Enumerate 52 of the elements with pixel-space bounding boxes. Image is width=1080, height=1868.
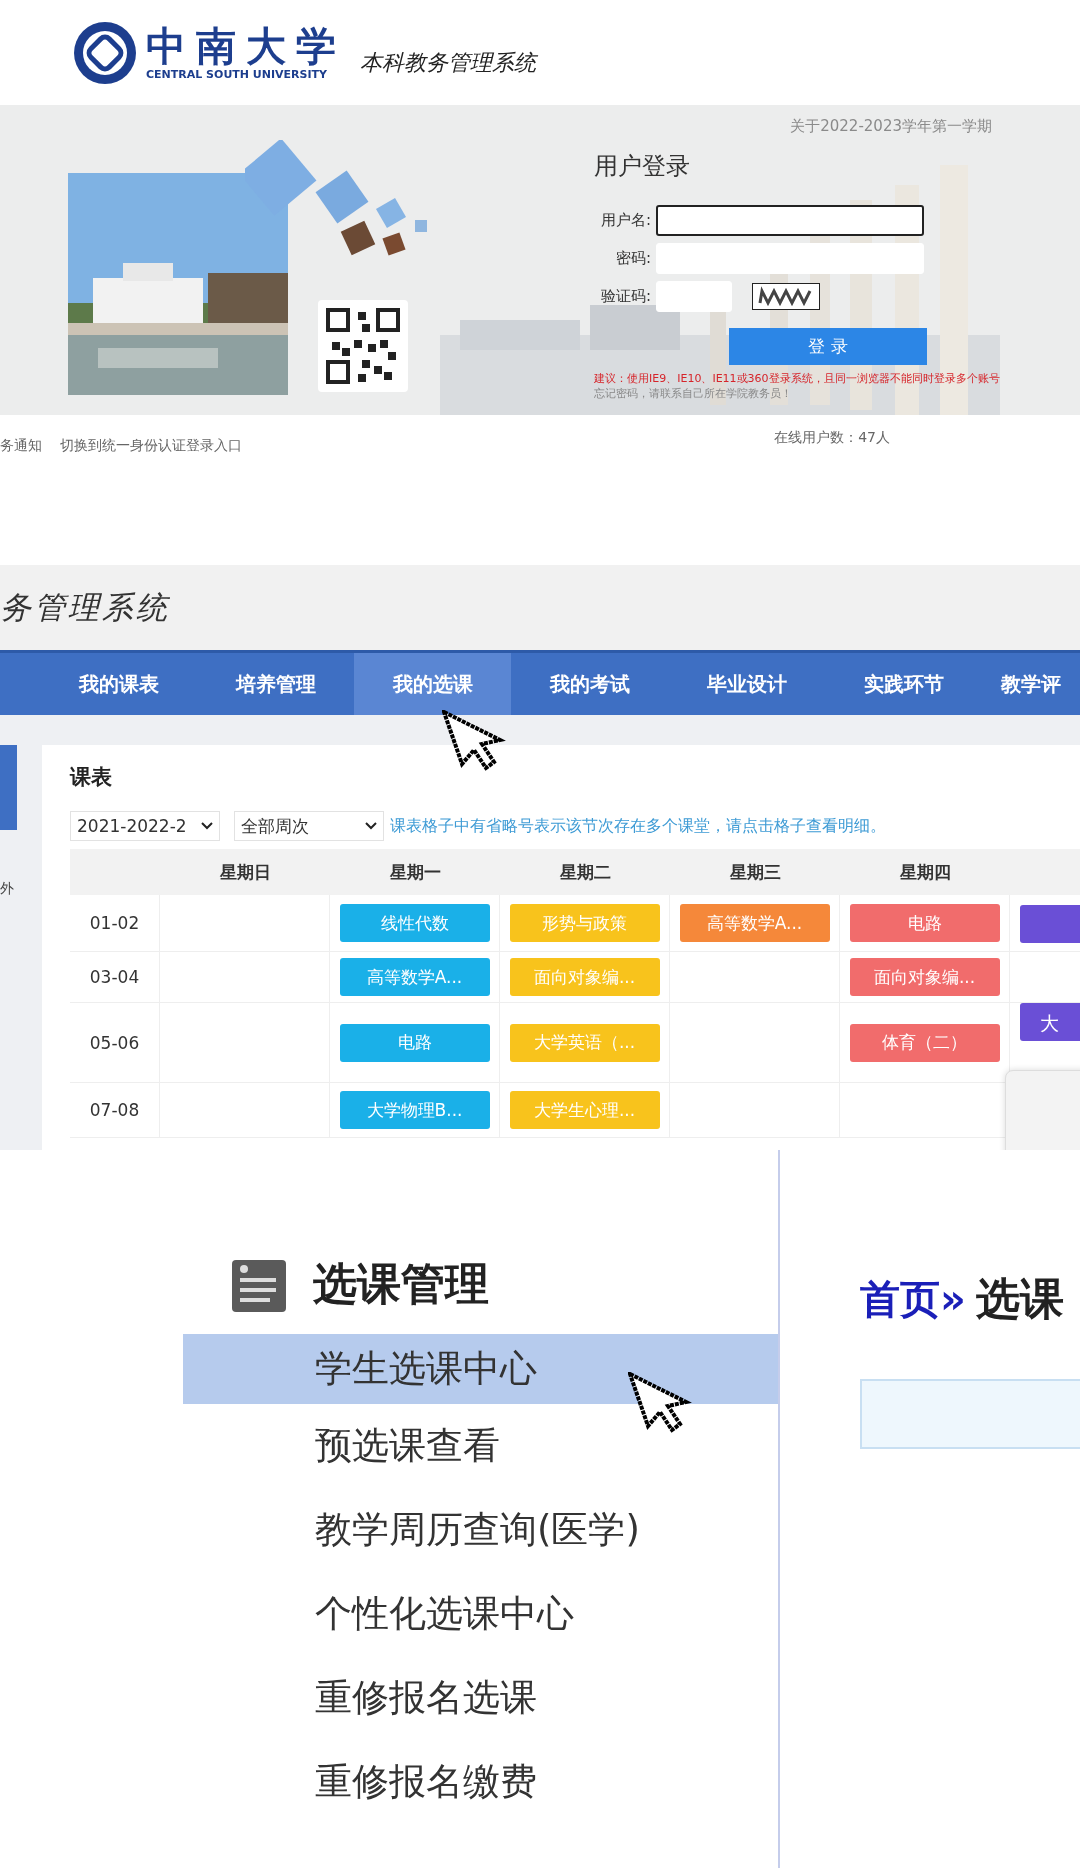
menu-item[interactable]: 个性化选课中心 <box>183 1572 778 1656</box>
chevron-down-icon <box>365 822 377 830</box>
nav-tab[interactable]: 我的选课 <box>354 653 511 715</box>
course-block[interactable]: 大 <box>1020 1003 1080 1041</box>
menu-item[interactable]: 预选课查看 <box>183 1404 778 1488</box>
course-block[interactable]: 高等数学A... <box>339 958 490 996</box>
term-select[interactable]: 2021-2022-2 <box>70 811 220 841</box>
course-block[interactable] <box>1020 905 1080 943</box>
nav-tab[interactable]: 我的课表 <box>40 653 197 715</box>
breadcrumb-link[interactable]: 首页» <box>860 1272 966 1327</box>
day-header: 星期三 <box>670 849 840 895</box>
sidebar-tab[interactable] <box>0 745 17 830</box>
nav-tab[interactable]: 毕业设计 <box>668 653 825 715</box>
course-block[interactable]: 电路 <box>339 1023 490 1062</box>
university-logo-icon <box>72 19 138 86</box>
footer-link[interactable]: 务通知 <box>0 437 42 475</box>
course-block[interactable]: 体育（二） <box>849 1023 1000 1062</box>
online-users-count: 在线用户数：47人 <box>774 429 890 447</box>
time-cell: 01-02 <box>70 895 160 952</box>
time-cell: 07-08 <box>70 1083 160 1138</box>
time-cell: 05-06 <box>70 1003 160 1083</box>
day-header: 星期四 <box>840 849 1010 895</box>
menu-item[interactable]: 重修报名缴费 <box>183 1740 778 1824</box>
section-title: 选课管理 <box>313 1257 489 1311</box>
day-header: 星期二 <box>500 849 670 895</box>
menu-item[interactable]: 重修报名选课 <box>183 1656 778 1740</box>
course-block[interactable]: 线性代数 <box>339 904 490 942</box>
chevron-down-icon <box>201 822 213 830</box>
day-header: 星期日 <box>160 849 330 895</box>
week-select[interactable]: 全部周次 <box>234 811 384 841</box>
course-block[interactable]: 高等数学A... <box>679 904 830 942</box>
menu-item[interactable]: 教学周历查询(医学) <box>183 1488 778 1572</box>
university-english-name: CENTRAL SOUTH UNIVERSITY <box>146 68 329 81</box>
university-name: 中南大学 <box>146 24 346 68</box>
course-block[interactable]: 面向对象编... <box>849 958 1000 996</box>
nav-tab[interactable]: 教学评 <box>982 653 1080 715</box>
nav-tab[interactable]: 培养管理 <box>197 653 354 715</box>
system-title: 本科教务管理系统 <box>360 48 536 77</box>
time-cell: 03-04 <box>70 952 160 1003</box>
breadcrumb-current: 选课 <box>975 1272 1064 1326</box>
menu-item[interactable]: 学生选课中心 <box>183 1334 778 1404</box>
nav-tab[interactable]: 我的考试 <box>511 653 668 715</box>
card-title: 课表 <box>70 764 113 791</box>
course-block[interactable]: 电路 <box>849 904 1000 942</box>
sidebar-text: 外 <box>0 880 15 898</box>
system-title: 务管理系统 <box>0 587 170 627</box>
timetable-tip: 课表格子中有省略号表示该节次存在多个课堂，请点击格子查看明细。 <box>390 815 886 837</box>
course-block[interactable]: 大学物理B... <box>339 1091 490 1129</box>
footer-link[interactable]: 切换到统一身份认证登录入口 <box>60 437 242 475</box>
qr-code-icon <box>318 300 408 392</box>
day-header: 星期一 <box>330 849 500 895</box>
nav-tab[interactable]: 实践环节 <box>825 653 982 715</box>
